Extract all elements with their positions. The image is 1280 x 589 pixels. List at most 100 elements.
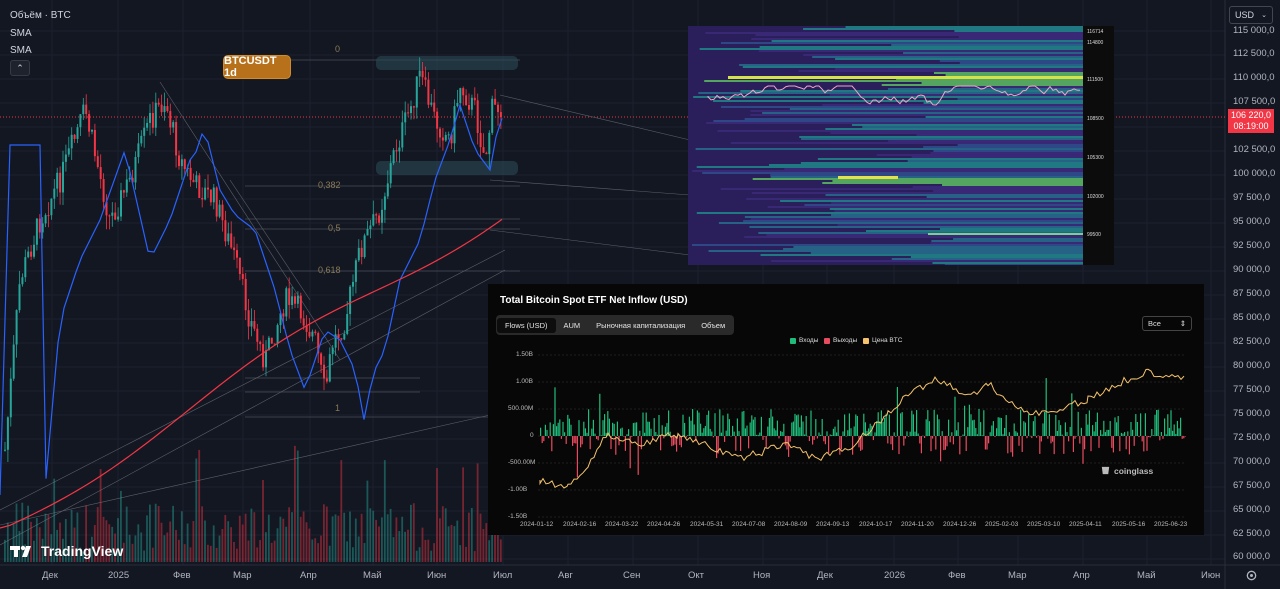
fib-level-label: 0,382 [318,180,341,190]
etf-flow-bar [1056,430,1058,436]
volume-bar [146,515,148,562]
heat-band [750,114,1083,116]
etf-flow-bar [645,412,647,436]
etf-flow-bar [714,413,716,436]
heat-band [742,66,1083,68]
etf-flow-bar [964,405,966,436]
candle-body [230,233,233,248]
etf-flow-bar [842,431,844,436]
etf-x-label: 2024-07-08 [732,521,766,528]
etf-flow-bar [1053,436,1055,455]
candle-body [346,313,349,334]
etf-flow-bar [1020,409,1022,436]
heat-band [921,82,1083,84]
etf-flow-bar [1034,416,1036,436]
liquidation-heatmap: 116714 114800 111500 108500 105300 102000 9950… [688,26,1114,266]
candle-body [18,284,21,311]
time-axis-label: Фев [948,570,966,581]
volume-bar [357,536,360,562]
etf-flow-bar [975,428,977,436]
etf-flow-bar [789,436,791,442]
etf-flow-bar [578,420,580,436]
candle-body [253,321,256,329]
trend-line [229,179,311,301]
candle-body [241,273,244,279]
heat-band [803,54,1083,56]
etf-flow-bar [925,419,927,436]
candle-body [172,122,175,128]
etf-flow-bar [1135,414,1137,436]
etf-flow-bar [781,431,783,436]
etf-flow-bar [954,396,956,436]
volume-bar [395,517,398,562]
volume-bar [172,505,174,562]
heat-band [696,212,1083,214]
candle-body [244,278,247,311]
etf-flow-bar [653,418,655,436]
volume-bar [212,525,215,562]
currency-select[interactable]: USD ⌄ [1229,6,1273,24]
heatmap-canvas [688,26,1114,266]
volume-bar [404,531,406,562]
time-axis-label: Июн [1201,570,1221,581]
etf-x-label: 2024-03-22 [605,521,639,528]
etf-flow-bar [727,413,729,436]
etf-flow-bar [933,409,935,436]
etf-flow-bar [928,421,930,436]
time-axis-label: Дек [817,570,833,581]
sma-legend-2[interactable]: SMA [10,45,32,56]
etf-y-label: 1.50B [516,351,533,358]
etf-flow-bar [1124,432,1126,436]
etf-flow-bar [788,436,790,457]
sma-legend-1[interactable]: SMA [10,28,32,39]
etf-flow-bar [776,420,778,436]
volume-bar [383,460,386,562]
etf-flow-bar [1165,434,1167,436]
legend-collapse-button[interactable]: ⌃ [10,60,30,76]
volume-bar [282,518,285,562]
etf-flow-bar [1096,412,1098,436]
heat-band [832,180,1083,182]
etf-flow-bar [917,433,919,436]
heat-band [699,48,1083,50]
candle-body [340,338,343,340]
etf-x-label: 2024-04-26 [647,521,681,528]
heat-band-strong [838,176,898,179]
etf-flow-bar [813,436,815,440]
heat-band [825,194,1083,196]
volume-bar [253,512,256,562]
etf-flow-bar [983,410,985,436]
etf-flow-bar [663,436,665,439]
candle-body [436,111,439,129]
etf-flow-bar [1026,436,1028,439]
heat-band [939,228,1083,230]
etf-flow-bar [720,432,722,436]
coinglass-text: coinglass [1114,465,1154,476]
etf-flow-bar [756,434,758,436]
etf-flow-bar [541,436,543,444]
resistance-zone [376,56,518,70]
etf-flow-bar [1047,436,1049,439]
volume-bar [273,540,276,562]
etf-flow-bar [791,422,793,436]
candle-body [410,106,412,114]
heat-band [916,134,1083,136]
gear-icon[interactable] [1245,569,1258,582]
etf-flow-bar [588,409,590,436]
etf-flow-bar [1154,414,1156,436]
volume-bar [267,514,270,562]
fib-level-label: 0,5 [328,223,341,233]
etf-flow-bar [1175,433,1177,436]
etf-flow-bar [885,413,887,436]
etf-flow-bar [1103,420,1105,436]
etf-flow-bar [1170,410,1172,436]
etf-flow-bar [981,435,983,436]
etf-flow-bar [949,436,951,443]
heat-band [926,196,1083,198]
etf-flow-bar [876,421,878,436]
etf-flow-bar [1045,378,1047,436]
heat-band [911,156,1083,158]
candle-body [465,95,468,106]
volume-bar [418,547,421,562]
etf-flow-bar [1066,432,1068,436]
